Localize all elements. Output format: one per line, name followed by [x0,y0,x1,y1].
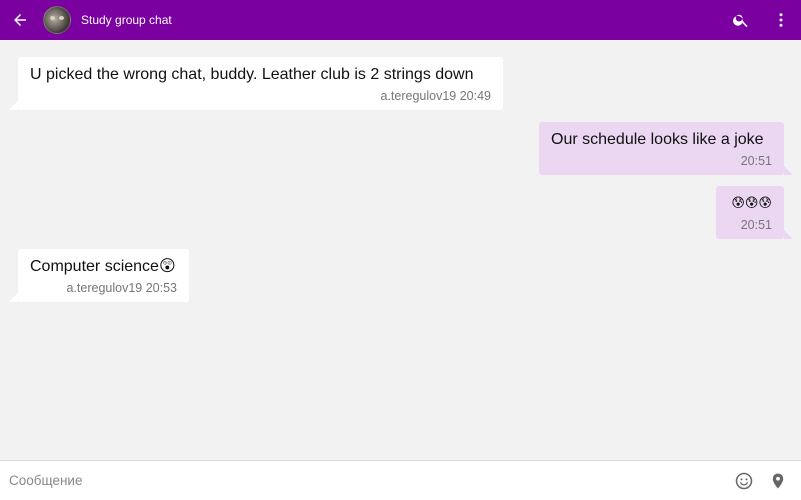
search-icon [733,14,748,28]
bubble-tail [784,166,793,175]
location-pin-icon [772,473,784,488]
message-time: 20:51 [740,218,772,232]
chat-screen: Study group chat U picked the wrong chat… [0,0,801,500]
bubble-tail [784,230,793,239]
message-time: 20:51 [740,154,772,168]
message-bubble-outgoing[interactable]: Our schedule looks like a joke 20:51 [539,122,793,175]
location-button[interactable] [761,461,795,500]
message-text: Our schedule looks like a joke [551,131,764,148]
message-bubble-incoming[interactable]: U picked the wrong chat, buddy. Leather … [9,57,503,110]
more-vertical-icon [779,13,783,27]
bubble-tail [9,101,18,110]
smile-icon [735,472,753,489]
message-input[interactable] [0,461,727,500]
message-list[interactable]: U picked the wrong chat, buddy. Leather … [0,40,801,460]
back-button[interactable] [0,0,40,40]
search-button[interactable] [721,0,761,40]
message-author-time: a.teregulov19 20:53 [66,281,177,295]
emoji-button[interactable] [727,461,761,500]
message-composer [0,460,801,500]
message-text: 😰😰😰 [731,196,772,211]
message-bubble-outgoing[interactable]: 😰😰😰 20:51 [716,186,793,239]
group-avatar[interactable] [43,6,71,34]
message-text: Computer science😲 [30,258,176,275]
arrow-left-icon [14,14,26,26]
bubble-tail [9,293,18,302]
message-text: U picked the wrong chat, buddy. Leather … [30,66,474,83]
app-bar: Study group chat [0,0,801,40]
chat-title[interactable]: Study group chat [81,13,172,27]
overflow-menu-button[interactable] [761,0,801,40]
message-bubble-incoming[interactable]: Computer science😲 a.teregulov19 20:53 [9,249,189,302]
message-author-time: a.teregulov19 20:49 [380,89,491,103]
